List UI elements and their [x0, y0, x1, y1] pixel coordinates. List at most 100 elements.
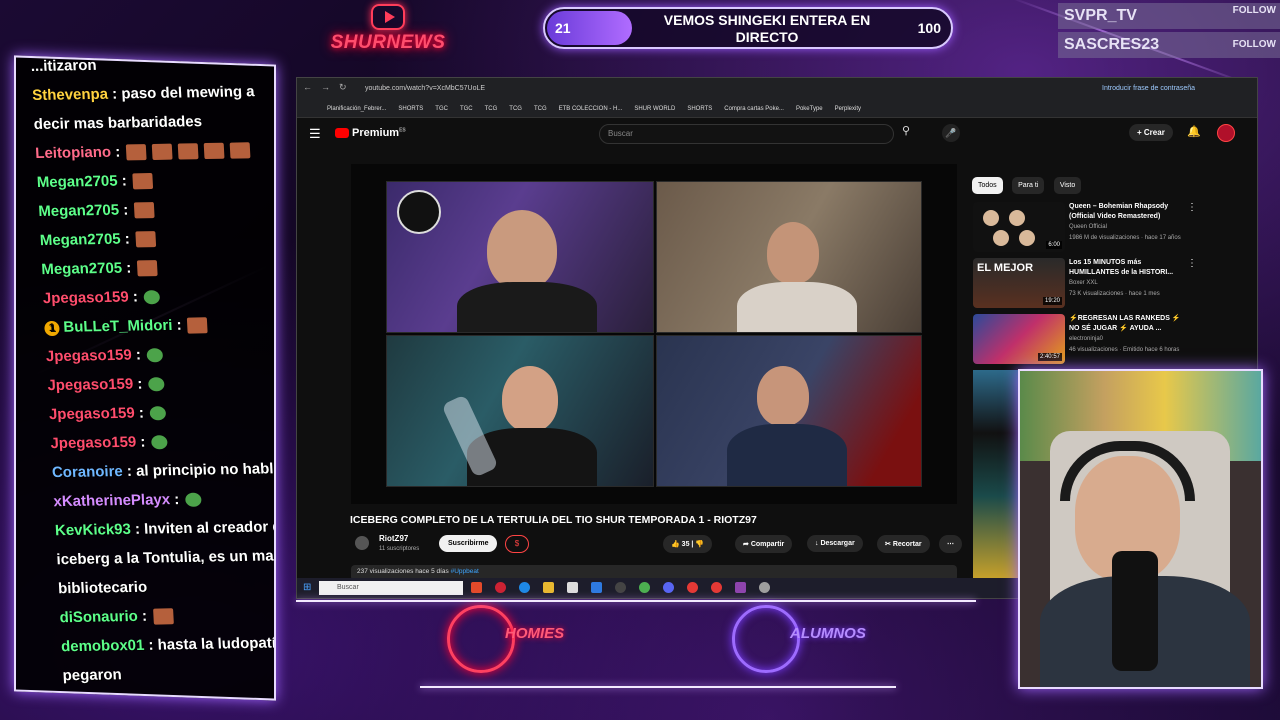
- more-icon[interactable]: ⋮: [1187, 202, 1197, 213]
- chat-username[interactable]: Leitopiano: [35, 144, 112, 162]
- cell-logo: [397, 190, 441, 234]
- brave-icon[interactable]: [471, 582, 482, 593]
- windows-icon[interactable]: ⊞: [303, 582, 311, 593]
- chat-username[interactable]: BuLLeT_Midori: [63, 317, 173, 336]
- bookmark-item[interactable]: Compra cartas Poke...: [724, 106, 784, 112]
- person-body: [737, 282, 857, 332]
- chat-message: Jpegaso159 :: [48, 396, 276, 429]
- chrome-icon[interactable]: [687, 582, 698, 593]
- chat-username[interactable]: Jpegaso159: [45, 347, 132, 366]
- bookmark-item[interactable]: SHUR WORLD: [634, 106, 675, 112]
- rec-title[interactable]: Queen – Bohemian Rhapsody (Official Vide…: [1069, 202, 1189, 222]
- video-thumbnail[interactable]: EL MEJOR 19:20: [973, 258, 1065, 308]
- emote-icon: [151, 143, 173, 161]
- bookmark-item[interactable]: SHORTS: [398, 106, 423, 112]
- opera-icon[interactable]: [495, 582, 506, 593]
- team-alumnos: ALUMNOS: [732, 605, 882, 675]
- bookmark-item[interactable]: TCG: [534, 106, 547, 112]
- video-thumbnail[interactable]: 2:40:57: [973, 314, 1065, 364]
- video-player[interactable]: [351, 164, 957, 504]
- chat-username[interactable]: Megan2705: [36, 173, 118, 191]
- subscribe-button[interactable]: Suscribirme: [439, 535, 498, 552]
- chat-text: :: [114, 143, 121, 161]
- more-icon[interactable]: ⋮: [1187, 258, 1197, 269]
- pepe-emote-icon: [184, 492, 202, 507]
- divider: [296, 600, 976, 602]
- video-thumbnail[interactable]: 6:00: [973, 202, 1065, 252]
- bookmark-item[interactable]: Planificación_Febrer...: [327, 106, 386, 112]
- chrome-icon[interactable]: [639, 582, 650, 593]
- app-icon[interactable]: [591, 582, 602, 593]
- channel-name[interactable]: RiotZ97: [379, 534, 408, 543]
- app-icon[interactable]: [759, 582, 770, 593]
- chat-username[interactable]: Sthevenpa: [32, 86, 109, 104]
- chat-text: : al principio no hablaba: [126, 459, 276, 480]
- chat-username[interactable]: Jpegaso159: [50, 434, 137, 453]
- more-button[interactable]: ⋯: [939, 535, 962, 553]
- goal-max: 100: [917, 20, 941, 36]
- chat-message: Leitopiano :: [35, 135, 272, 168]
- chat-username[interactable]: xKatherinePlayx: [53, 491, 170, 510]
- chip-visto[interactable]: Visto: [1053, 177, 1082, 194]
- avatar[interactable]: [1217, 124, 1235, 142]
- search-icon[interactable]: ⚲: [902, 124, 910, 137]
- back-icon[interactable]: ←: [303, 82, 312, 92]
- bookmark-item[interactable]: Perplexity: [835, 106, 861, 112]
- microphone-icon[interactable]: 🎤: [942, 124, 960, 142]
- rec-title[interactable]: Los 15 MINUTOS más HUMILLANTES de la HIS…: [1069, 258, 1189, 278]
- chat-username[interactable]: Megan2705: [39, 231, 121, 249]
- pokeball-icon[interactable]: [711, 582, 722, 593]
- join-button[interactable]: $: [505, 535, 529, 553]
- chat-username[interactable]: Coranoire: [52, 463, 124, 481]
- bookmark-item[interactable]: SHORTS: [687, 106, 712, 112]
- chat-username[interactable]: Jpegaso159: [47, 376, 134, 395]
- taskbar-search[interactable]: Buscar: [319, 581, 463, 595]
- edge-icon[interactable]: [519, 582, 530, 593]
- chat-username[interactable]: demobox01: [61, 637, 145, 655]
- bookmark-item[interactable]: TCG: [509, 106, 522, 112]
- clip-button[interactable]: ✂ Recortar: [877, 535, 930, 553]
- obs-icon[interactable]: [615, 582, 626, 593]
- rec-title[interactable]: ⚡REGRESAN LAS RANKEDS ⚡ NO SÉ JUGAR ⚡ AY…: [1069, 314, 1189, 334]
- bookmark-item[interactable]: TCG: [485, 106, 498, 112]
- bookmark-item[interactable]: PokeType: [796, 106, 823, 112]
- youtube-logo[interactable]: PremiumES: [335, 127, 406, 139]
- team-homies: HOMIES: [447, 605, 597, 675]
- address-bar[interactable]: youtube.com/watch?v=XcMbC57UoLE Introduc…: [365, 81, 1195, 97]
- download-button[interactable]: ↓ Descargar: [807, 535, 863, 552]
- bookmark-item[interactable]: TGC: [435, 106, 448, 112]
- video-cam-1: [386, 181, 654, 333]
- channel-avatar[interactable]: [355, 536, 369, 550]
- chat-username[interactable]: diSonaurio: [59, 608, 138, 626]
- emote-icon: [125, 144, 147, 161]
- share-button[interactable]: ➦ Compartir: [735, 535, 793, 553]
- discord-icon[interactable]: [663, 582, 674, 593]
- recommendation-item[interactable]: 2:40:57 ⚡REGRESAN LAS RANKEDS ⚡ NO SÉ JU…: [973, 314, 1257, 366]
- chip-todos[interactable]: Todos: [972, 177, 1003, 194]
- bookmark-item[interactable]: ETB COLECCION - H...: [559, 106, 623, 112]
- hashtag[interactable]: #Uppbeat: [451, 568, 479, 575]
- like-button[interactable]: 👍 35 | 👎: [663, 535, 713, 553]
- password-prompt[interactable]: Introducir frase de contraseña: [1102, 81, 1195, 97]
- bookmark-item[interactable]: TGC: [460, 106, 473, 112]
- notifications-icon[interactable]: 🔔: [1187, 125, 1201, 138]
- chip-para-ti[interactable]: Para ti: [1012, 177, 1045, 194]
- app-icon[interactable]: [735, 582, 746, 593]
- create-button[interactable]: + Crear: [1129, 124, 1173, 141]
- chat-username[interactable]: Jpegaso159: [42, 289, 129, 308]
- reload-icon[interactable]: ↻: [339, 82, 347, 93]
- folder-icon[interactable]: [543, 582, 554, 593]
- chat-username[interactable]: KevKick93: [55, 521, 132, 539]
- video-thumbnail[interactable]: [973, 370, 1019, 580]
- emote-icon: [152, 608, 174, 625]
- menu-icon[interactable]: ☰: [309, 126, 321, 142]
- chat-username[interactable]: Megan2705: [38, 202, 120, 220]
- recommendation-item[interactable]: EL MEJOR 19:20 Los 15 MINUTOS más HUMILL…: [973, 258, 1257, 310]
- emote-icon: [177, 143, 199, 160]
- search-input[interactable]: Buscar: [599, 124, 894, 144]
- recommendation-item[interactable]: 6:00 Queen – Bohemian Rhapsody (Official…: [973, 202, 1257, 254]
- forward-icon[interactable]: →: [321, 82, 330, 92]
- store-icon[interactable]: [567, 582, 578, 593]
- chat-username[interactable]: Megan2705: [41, 260, 123, 278]
- chat-username[interactable]: Jpegaso159: [49, 405, 136, 424]
